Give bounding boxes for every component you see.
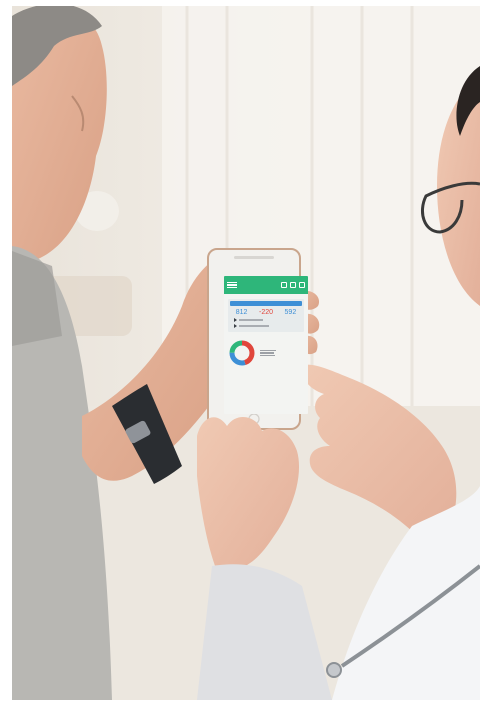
summary-card: 812 -220 592 (228, 299, 304, 332)
stat-1: 812 (236, 309, 248, 316)
donut-legend (260, 349, 276, 358)
app-header (224, 276, 308, 294)
list-item[interactable] (234, 318, 298, 322)
section-label (224, 334, 308, 337)
donut-card (228, 339, 304, 367)
donut-chart (229, 340, 255, 366)
home-icon[interactable] (290, 282, 296, 288)
play-icon (234, 318, 237, 322)
list-item[interactable] (234, 324, 298, 328)
stats-row: 812 -220 592 (230, 309, 302, 316)
hamburger-menu-icon[interactable] (227, 281, 237, 289)
phone-screen: 812 -220 592 (224, 276, 308, 414)
photo: 812 -220 592 (12, 6, 480, 700)
calendar-icon[interactable] (299, 282, 305, 288)
stat-3: 592 (285, 309, 297, 316)
stat-value: -220 (258, 309, 273, 316)
stat-value: 592 (284, 309, 297, 316)
document-icon[interactable] (281, 282, 287, 288)
stat-value: 812 (235, 309, 248, 316)
summary-bar[interactable] (230, 301, 302, 306)
play-icon (234, 324, 237, 328)
section-label (224, 294, 308, 297)
stat-2: -220 (259, 309, 273, 316)
